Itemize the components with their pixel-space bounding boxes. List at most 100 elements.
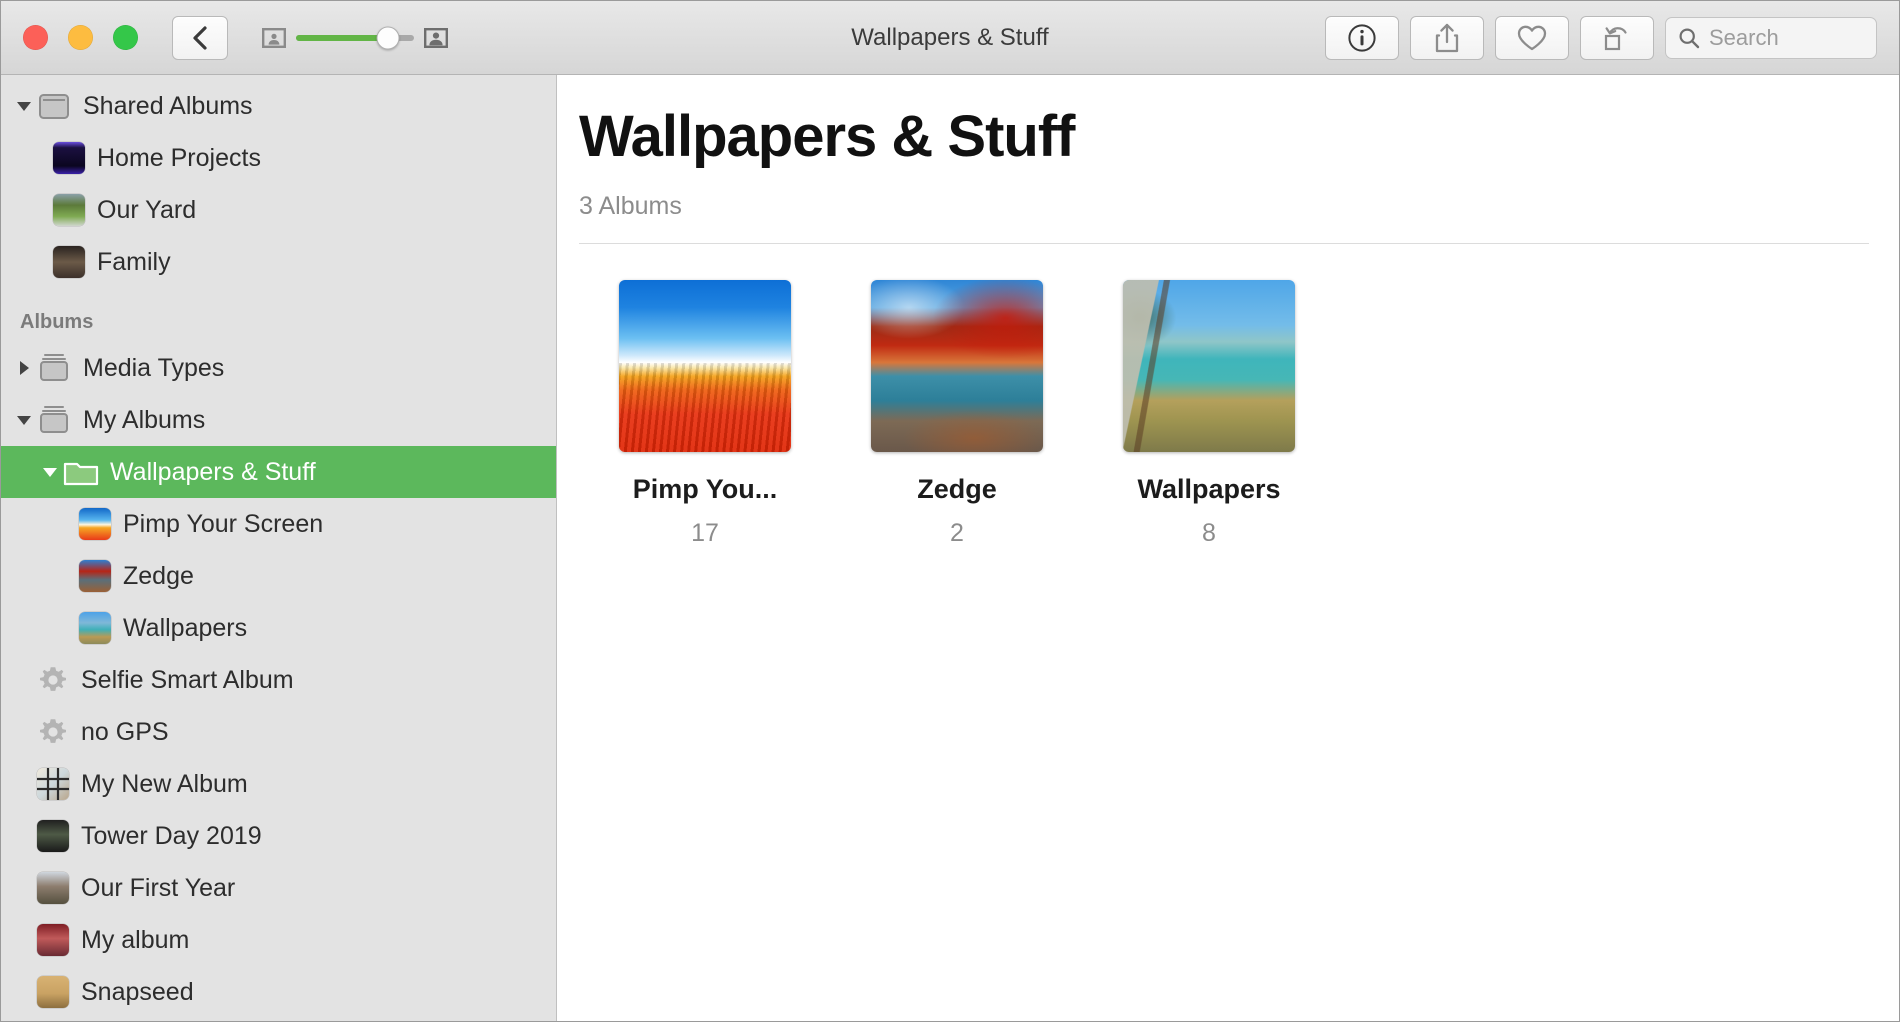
album-title: Pimp You... [632, 474, 778, 504]
album-thumbnail [37, 820, 69, 852]
heart-icon [1517, 25, 1547, 50]
slider-knob[interactable] [376, 26, 400, 49]
album-cover-image [1123, 280, 1295, 452]
album-cover-thumbnail[interactable] [1123, 280, 1295, 452]
sidebar-item-media-types[interactable]: Media Types [1, 342, 556, 394]
sidebar-item-my-album[interactable]: My album [1, 914, 556, 966]
sidebar-item-wallpapers[interactable]: Wallpapers [1, 602, 556, 654]
album-thumbnail [79, 508, 111, 540]
sidebar-item-label: My New Album [81, 769, 248, 798]
sidebar-item-wallpapers-and-stuff[interactable]: Wallpapers & Stuff [1, 446, 556, 498]
zoom-button[interactable] [113, 25, 138, 50]
sidebar-item-label: Our First Year [81, 873, 236, 902]
album-thumbnail [79, 612, 111, 644]
gear-icon [40, 719, 66, 743]
sidebar-item-our-first-year[interactable]: Our First Year [1, 862, 556, 914]
album-card[interactable]: Wallpapers 8 [1083, 280, 1335, 548]
window-titlebar: Wallpapers & Stuff Search [1, 1, 1899, 75]
sidebar-item-shared-albums[interactable]: Shared Albums [1, 80, 556, 132]
thumbnail-size-control[interactable] [262, 26, 448, 49]
search-field[interactable]: Search [1665, 16, 1877, 59]
info-button[interactable] [1325, 15, 1399, 60]
small-thumbnail-icon[interactable] [262, 27, 286, 48]
search-icon [1679, 27, 1700, 48]
disclosure-triangle-down-icon[interactable] [11, 80, 37, 132]
header-divider [579, 243, 1869, 244]
sidebar-item-my-new-album[interactable]: My New Album [1, 758, 556, 810]
album-photo-count: 8 [1202, 519, 1216, 547]
sidebar-item-family[interactable]: Family [1, 236, 556, 288]
grid-overlay-icon [37, 768, 69, 800]
disclosure-triangle-right-icon[interactable] [11, 342, 37, 394]
album-card[interactable]: Pimp You... 17 [579, 280, 831, 548]
sidebar-item-label: Wallpapers [123, 613, 248, 642]
disclosure-triangle-down-icon[interactable] [37, 446, 63, 498]
sidebar-item-label: Selfie Smart Album [81, 665, 294, 694]
sidebar-item-our-yard[interactable]: Our Yard [1, 184, 556, 236]
sidebar-item-label: My album [81, 925, 190, 954]
sidebar-item-pimp-your-screen[interactable]: Pimp Your Screen [1, 498, 556, 550]
album-count-subtitle: 3 Albums [579, 192, 682, 220]
close-button[interactable] [23, 25, 48, 50]
sidebar-item-label: Pimp Your Screen [123, 509, 324, 538]
sidebar[interactable]: Shared Albums Home Projects Our Yard Fam… [1, 75, 557, 1021]
sidebar-item-tower-day-2019[interactable]: Tower Day 2019 [1, 810, 556, 862]
album-thumbnail [37, 872, 69, 904]
albums-grid: Pimp You... 17 Zedge 2 Wallpapers 8 [579, 280, 1899, 548]
favorite-button[interactable] [1495, 15, 1569, 60]
info-circle-icon [1348, 23, 1376, 52]
large-thumbnail-icon[interactable] [424, 27, 448, 48]
minimize-button[interactable] [68, 25, 93, 50]
sidebar-item-label: Home Projects [97, 143, 261, 172]
toolbar-right-group: Search [1325, 15, 1877, 60]
album-thumbnail [37, 976, 69, 1008]
sidebar-item-home-projects[interactable]: Home Projects [1, 132, 556, 184]
traffic-light-group [23, 25, 138, 50]
gear-icon [40, 667, 66, 691]
album-title: Wallpapers [1137, 474, 1281, 504]
sidebar-section-header-albums: Albums [20, 311, 94, 333]
photos-window: Wallpapers & Stuff Search Shared Albums … [0, 0, 1900, 1022]
album-thumbnail [53, 142, 85, 174]
chevron-left-icon [193, 25, 207, 50]
sidebar-item-label: Family [97, 247, 171, 276]
rotate-icon [1604, 26, 1627, 50]
sidebar-item-label: Snapseed [81, 977, 194, 1006]
album-stack-icon [40, 354, 68, 381]
sidebar-item-label: Media Types [83, 353, 225, 382]
album-cover-image [619, 280, 791, 452]
album-card[interactable]: Zedge 2 [831, 280, 1083, 548]
sidebar-item-selfie-smart-album[interactable]: Selfie Smart Album [1, 654, 556, 706]
album-photo-count: 2 [950, 519, 964, 547]
page-title: Wallpapers & Stuff [579, 104, 1075, 169]
sidebar-item-label: My Albums [83, 405, 206, 434]
album-thumbnail [37, 924, 69, 956]
window-body: Shared Albums Home Projects Our Yard Fam… [1, 75, 1899, 1021]
share-button[interactable] [1410, 15, 1484, 60]
album-thumbnail [37, 768, 69, 800]
rotate-button[interactable] [1580, 15, 1654, 60]
search-placeholder: Search [1709, 24, 1779, 50]
sidebar-item-no-gps[interactable]: no GPS [1, 706, 556, 758]
main-content: Wallpapers & Stuff 3 Albums Pimp You... … [557, 75, 1899, 1021]
album-cover-thumbnail[interactable] [871, 280, 1043, 452]
album-cover-thumbnail[interactable] [619, 280, 791, 452]
shared-albums-icon [39, 94, 69, 119]
sidebar-item-label: Zedge [123, 561, 194, 590]
album-thumbnail [53, 246, 85, 278]
album-cover-image [871, 280, 1043, 452]
back-button[interactable] [172, 15, 228, 60]
sidebar-item-zedge[interactable]: Zedge [1, 550, 556, 602]
disclosure-triangle-down-icon[interactable] [11, 394, 37, 446]
sidebar-item-label: Shared Albums [83, 91, 253, 120]
share-icon [1435, 23, 1459, 52]
sidebar-item-label: no GPS [81, 717, 169, 746]
sidebar-item-snapseed[interactable]: Snapseed [1, 966, 556, 1018]
zoom-slider[interactable] [296, 26, 414, 49]
slider-fill [296, 34, 389, 41]
album-photo-count: 17 [691, 519, 719, 547]
sidebar-item-label: Tower Day 2019 [81, 821, 262, 850]
sidebar-item-my-albums[interactable]: My Albums [1, 394, 556, 446]
sidebar-item-label: Wallpapers & Stuff [110, 457, 316, 486]
album-title: Zedge [917, 474, 997, 504]
